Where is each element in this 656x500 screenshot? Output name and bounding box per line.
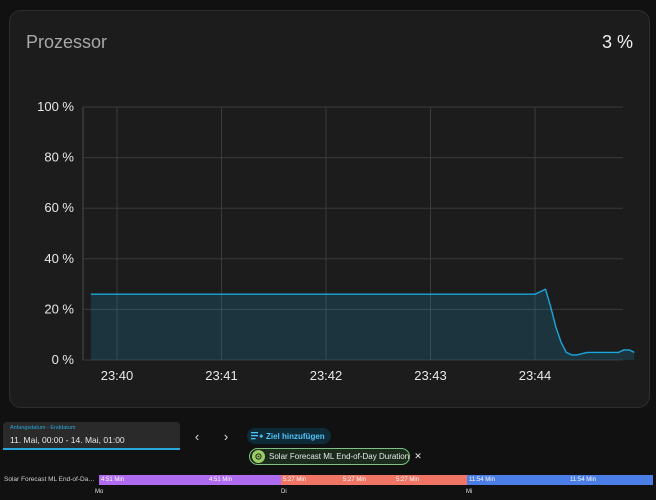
timeline-segment[interactable]: 5:27 Min 5:27 Min 5:27 Min bbox=[281, 475, 467, 485]
x-tick-label: 23:40 bbox=[101, 368, 134, 383]
chevron-right-icon: › bbox=[223, 429, 229, 444]
day-label: Di bbox=[281, 489, 287, 495]
x-tick-label: 23:42 bbox=[310, 368, 343, 383]
segment-text: 5:27 Min bbox=[396, 477, 420, 483]
timeline-label: Solar Forecast ML End-of-Day D... bbox=[4, 476, 98, 483]
y-tick-label: 100 % bbox=[37, 99, 74, 114]
chevron-left-icon: ‹ bbox=[194, 429, 200, 444]
y-tick-label: 20 % bbox=[44, 301, 74, 316]
segment-text: 5:27 Min bbox=[343, 477, 367, 483]
y-tick-label: 80 % bbox=[44, 150, 74, 165]
series-area bbox=[90, 289, 635, 360]
y-tick-label: 40 % bbox=[44, 251, 74, 266]
add-target-label: Ziel hinzufügen bbox=[266, 431, 325, 441]
date-range-label: Anfangsdatum - Enddatum bbox=[10, 425, 76, 431]
timeline-segment[interactable]: 11:54 Min 11:54 Min bbox=[467, 475, 653, 485]
date-range-value: 11. Mai, 00:00 - 14. Mai, 01:00 bbox=[10, 435, 125, 445]
segment-text: 4:51 Min bbox=[101, 477, 125, 483]
playlist-add-icon bbox=[251, 432, 263, 440]
x-tick-label: 23:43 bbox=[414, 368, 447, 383]
x-tick-label: 23:41 bbox=[205, 368, 238, 383]
segment-text: 11:54 Min bbox=[469, 477, 495, 483]
timeline-segment[interactable]: 4:51 Min 4:51 Min bbox=[99, 475, 281, 485]
next-period-button[interactable]: › bbox=[216, 427, 236, 447]
day-label: Mo bbox=[95, 489, 104, 495]
segment-text: 5:27 Min bbox=[283, 477, 307, 483]
date-range-picker[interactable]: Anfangsdatum - Enddatum 11. Mai, 00:00 -… bbox=[3, 422, 180, 450]
x-tick-label: 23:44 bbox=[519, 368, 552, 383]
processor-card: Prozessor 3 % 100 % 80 % 60 % 40 % 20 % 0 % 23… bbox=[9, 10, 650, 408]
solar-forecast-icon bbox=[252, 450, 265, 463]
close-icon[interactable]: ✕ bbox=[414, 451, 422, 462]
segment-text: 4:51 Min bbox=[209, 477, 233, 483]
day-label: Mi bbox=[466, 489, 473, 495]
y-tick-label: 0 % bbox=[52, 352, 75, 367]
processor-chart[interactable]: 100 % 80 % 60 % 40 % 20 % 0 % 23:40 23:41 23:42 2… bbox=[10, 11, 651, 409]
y-tick-label: 60 % bbox=[44, 200, 74, 215]
segment-text: 11:54 Min bbox=[570, 477, 596, 483]
chip-label: Solar Forecast ML End-of-Day Duration bbox=[269, 452, 410, 461]
target-chip[interactable]: Solar Forecast ML End-of-Day Duration ✕ bbox=[249, 448, 422, 465]
timeline-bar[interactable]: 4:51 Min 4:51 Min 5:27 Min 5:27 Min 5:27… bbox=[99, 475, 653, 485]
previous-period-button[interactable]: ‹ bbox=[187, 427, 207, 447]
add-target-button[interactable]: Ziel hinzufügen bbox=[247, 428, 331, 444]
